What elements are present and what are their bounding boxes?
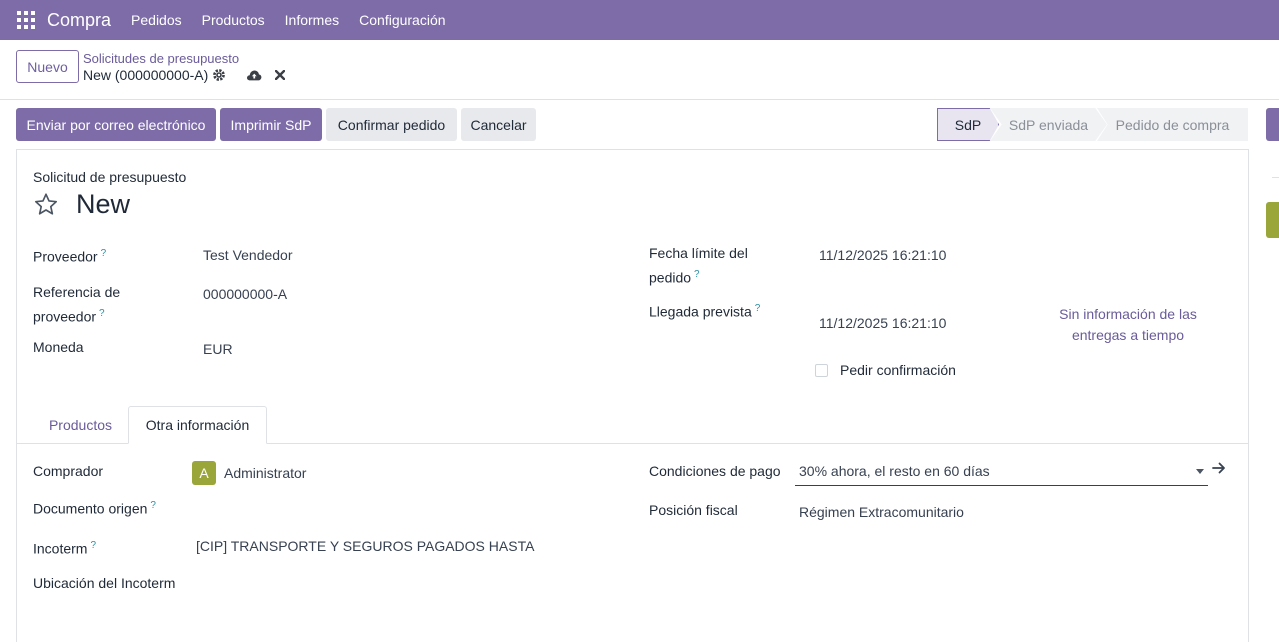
buyer-label: Comprador [33, 463, 104, 479]
on-time-delivery-link-line2[interactable]: entregas a tiempo [1043, 325, 1213, 346]
source-document-label: Documento origen? [33, 500, 156, 517]
side-panel-button[interactable] [1266, 108, 1279, 141]
deadline-field[interactable]: 11/12/2025 16:21:10 [819, 245, 946, 266]
menu-item-productos[interactable]: Productos [202, 12, 265, 28]
payment-terms-value: 30% ahora, el resto en 60 días [799, 463, 990, 479]
buyer-field[interactable]: Administrator [224, 463, 306, 484]
side-panel-avatar[interactable] [1266, 202, 1279, 238]
arrival-field[interactable]: 11/12/2025 16:21:10 [819, 313, 946, 334]
send-email-button[interactable]: Enviar por correo electrónico [16, 108, 216, 141]
status-purchase-order[interactable]: Pedido de compra [1097, 108, 1248, 141]
cloud-upload-icon[interactable] [246, 68, 262, 82]
currency-label: Moneda [33, 339, 84, 355]
vendor-ref-label-line1: Referencia de [33, 284, 121, 300]
breadcrumb-current: New (000000000-A) [83, 67, 209, 83]
cancel-button[interactable]: Cancelar [461, 108, 536, 141]
avatar: A [192, 461, 216, 485]
top-navbar: Compra Pedidos Productos Informes Config… [0, 0, 1279, 40]
control-panel: Nuevo Solicitudes de presupuesto New (00… [0, 40, 1279, 100]
fiscal-position-label: Posición fiscal [649, 502, 738, 518]
menu-item-pedidos[interactable]: Pedidos [131, 12, 182, 28]
vendor-ref-field[interactable]: 000000000-A [203, 284, 287, 305]
deadline-label-line2: pedido? [649, 269, 700, 286]
app-name[interactable]: Compra [47, 10, 111, 31]
side-panel-divider [1272, 177, 1279, 178]
apps-grid-icon[interactable] [17, 11, 35, 29]
menu-item-informes[interactable]: Informes [285, 12, 339, 28]
ask-confirmation-checkbox[interactable] [815, 364, 828, 377]
new-button[interactable]: Nuevo [16, 50, 79, 83]
status-rfq-sent[interactable]: SdP enviada [990, 108, 1107, 141]
internal-link-arrow-icon[interactable] [1212, 462, 1226, 474]
vendor-ref-label-line2: proveedor? [33, 308, 105, 325]
form-title: New [76, 189, 131, 219]
star-icon[interactable] [33, 192, 59, 217]
currency-field[interactable]: EUR [203, 339, 233, 360]
deadline-label-line1: Fecha límite del [649, 245, 748, 261]
confirm-order-button[interactable]: Confirmar pedido [326, 108, 457, 141]
incoterm-location-label: Ubicación del Incoterm [33, 575, 176, 591]
incoterm-field[interactable]: [CIP] TRANSPORTE Y SEGUROS PAGADOS HASTA [196, 536, 534, 557]
menu-item-configuracion[interactable]: Configuración [359, 12, 445, 28]
status-rfq[interactable]: SdP [937, 108, 999, 141]
breadcrumb-parent[interactable]: Solicitudes de presupuesto [83, 51, 239, 66]
form-subtitle: Solicitud de presupuesto [33, 169, 187, 185]
discard-icon[interactable] [275, 70, 285, 80]
ask-confirmation-label[interactable]: Pedir confirmación [840, 360, 956, 381]
payment-terms-field[interactable]: 30% ahora, el resto en 60 días [795, 460, 1208, 486]
fiscal-position-field[interactable]: Régimen Extracomunitario [799, 502, 964, 523]
arrival-label: Llegada prevista? [649, 303, 761, 320]
tab-productos[interactable]: Productos [33, 406, 128, 444]
incoterm-label: Incoterm? [33, 540, 97, 557]
form-sheet [16, 149, 1249, 642]
gear-icon[interactable] [212, 68, 226, 82]
vendor-label: Proveedor? [33, 248, 107, 265]
tab-otra-informacion[interactable]: Otra información [128, 406, 267, 444]
print-rfq-button[interactable]: Imprimir SdP [220, 108, 322, 141]
main-menu: Pedidos Productos Informes Configuración [131, 12, 466, 28]
payment-terms-label: Condiciones de pago [649, 463, 781, 479]
chevron-down-icon[interactable] [1196, 469, 1204, 474]
vendor-field[interactable]: Test Vendedor [203, 245, 293, 266]
on-time-delivery-link-line1[interactable]: Sin información de las [1043, 304, 1213, 325]
